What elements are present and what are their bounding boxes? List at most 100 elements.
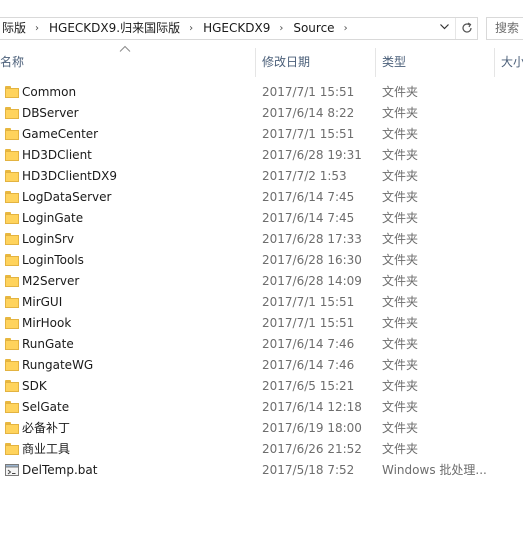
file-modified-date: 2017/6/14 7:46	[262, 337, 355, 351]
file-row[interactable]: HD3DClientDX9 2017/7/2 1:53 文件夹	[0, 166, 523, 187]
column-divider[interactable]	[375, 48, 376, 77]
file-type: 文件夹	[382, 148, 419, 162]
file-type: 文件夹	[382, 358, 419, 372]
file-row[interactable]: HD3DClient 2017/6/28 19:31 文件夹	[0, 145, 523, 166]
breadcrumb-separator-icon[interactable]: ›	[31, 18, 43, 39]
file-row[interactable]: RunGate 2017/6/14 7:46 文件夹	[0, 334, 523, 355]
refresh-icon	[461, 22, 472, 33]
column-header-size[interactable]: 大小	[501, 52, 523, 77]
file-row[interactable]: MirGUI 2017/7/1 15:51 文件夹	[0, 292, 523, 313]
file-name[interactable]: HD3DClient	[22, 145, 92, 166]
file-name[interactable]: SelGate	[22, 397, 69, 418]
file-type: 文件夹	[382, 379, 419, 393]
file-type: 文件夹	[382, 400, 419, 414]
folder-icon	[5, 422, 19, 434]
folder-icon	[5, 149, 19, 161]
column-header-type[interactable]: 类型	[382, 52, 406, 77]
breadcrumb-item[interactable]: HGECKDX9	[197, 18, 275, 39]
file-row[interactable]: 商业工具 2017/6/26 21:52 文件夹	[0, 439, 523, 460]
file-type: 文件夹	[382, 190, 419, 204]
file-modified-date: 2017/6/14 7:46	[262, 358, 355, 372]
file-row[interactable]: SDK 2017/6/5 15:21 文件夹	[0, 376, 523, 397]
batch-file-icon	[5, 464, 19, 476]
folder-icon	[5, 170, 19, 182]
breadcrumb-separator-icon[interactable]: ›	[275, 18, 287, 39]
file-type: 文件夹	[382, 295, 419, 309]
folder-icon	[5, 254, 19, 266]
column-divider[interactable]	[255, 48, 256, 77]
file-name[interactable]: LogDataServer	[22, 187, 111, 208]
file-modified-date: 2017/6/14 7:45	[262, 211, 355, 225]
file-modified-date: 2017/6/26 21:52	[262, 442, 362, 456]
file-row[interactable]: RungateWG 2017/6/14 7:46 文件夹	[0, 355, 523, 376]
file-name[interactable]: DelTemp.bat	[22, 460, 97, 481]
file-name[interactable]: M2Server	[22, 271, 79, 292]
folder-icon	[5, 380, 19, 392]
file-name[interactable]: LoginGate	[22, 208, 83, 229]
file-name[interactable]: RunGate	[22, 334, 74, 355]
file-name[interactable]: LoginSrv	[22, 229, 74, 250]
file-row[interactable]: GameCenter 2017/7/1 15:51 文件夹	[0, 124, 523, 145]
file-row[interactable]: LoginGate 2017/6/14 7:45 文件夹	[0, 208, 523, 229]
file-type: 文件夹	[382, 232, 419, 246]
file-row[interactable]: 必备补丁 2017/6/19 18:00 文件夹	[0, 418, 523, 439]
file-type: 文件夹	[382, 85, 419, 99]
file-row[interactable]: LoginSrv 2017/6/28 17:33 文件夹	[0, 229, 523, 250]
folder-icon	[5, 212, 19, 224]
file-name[interactable]: SDK	[22, 376, 47, 397]
column-header-name[interactable]: 名称	[0, 52, 24, 77]
column-header-date[interactable]: 修改日期	[262, 52, 310, 77]
file-name[interactable]: LoginTools	[22, 250, 84, 271]
file-modified-date: 2017/7/1 15:51	[262, 295, 355, 309]
file-name[interactable]: GameCenter	[22, 124, 98, 145]
file-name[interactable]: DBServer	[22, 103, 79, 124]
breadcrumb-separator-icon[interactable]: ›	[185, 18, 197, 39]
file-modified-date: 2017/5/18 7:52	[262, 463, 355, 477]
file-row[interactable]: MirHook 2017/7/1 15:51 文件夹	[0, 313, 523, 334]
file-name[interactable]: 商业工具	[22, 439, 70, 460]
file-name[interactable]: Common	[22, 82, 76, 103]
address-bar-row: 际版 › HGECKDX9.归来国际版 › HGECKDX9 › Source …	[0, 0, 523, 46]
file-modified-date: 2017/7/1 15:51	[262, 316, 355, 330]
file-name[interactable]: MirGUI	[22, 292, 62, 313]
file-type: 文件夹	[382, 253, 419, 267]
breadcrumb-separator-icon[interactable]: ›	[340, 18, 352, 39]
file-name[interactable]: 必备补丁	[22, 418, 70, 439]
file-modified-date: 2017/6/28 19:31	[262, 148, 362, 162]
folder-icon	[5, 191, 19, 203]
file-type: 文件夹	[382, 337, 419, 351]
file-row[interactable]: SelGate 2017/6/14 12:18 文件夹	[0, 397, 523, 418]
folder-icon	[5, 443, 19, 455]
file-modified-date: 2017/6/14 12:18	[262, 400, 362, 414]
file-modified-date: 2017/7/2 1:53	[262, 169, 347, 183]
file-type: 文件夹	[382, 316, 419, 330]
folder-icon	[5, 233, 19, 245]
file-row[interactable]: LogDataServer 2017/6/14 7:45 文件夹	[0, 187, 523, 208]
column-divider[interactable]	[494, 48, 495, 77]
breadcrumb-item[interactable]: 际版	[0, 18, 31, 39]
folder-icon	[5, 86, 19, 98]
refresh-button[interactable]	[455, 18, 477, 39]
file-name[interactable]: MirHook	[22, 313, 71, 334]
file-modified-date: 2017/7/1 15:51	[262, 127, 355, 141]
address-history-dropdown[interactable]	[435, 18, 453, 39]
file-row[interactable]: LoginTools 2017/6/28 16:30 文件夹	[0, 250, 523, 271]
file-modified-date: 2017/7/1 15:51	[262, 85, 355, 99]
file-type: 文件夹	[382, 211, 419, 225]
address-bar[interactable]: 际版 › HGECKDX9.归来国际版 › HGECKDX9 › Source …	[0, 17, 478, 40]
file-name[interactable]: HD3DClientDX9	[22, 166, 117, 187]
file-row[interactable]: DelTemp.bat 2017/5/18 7:52 Windows 批处理...	[0, 460, 523, 481]
folder-icon	[5, 338, 19, 350]
breadcrumb: 际版 › HGECKDX9.归来国际版 › HGECKDX9 › Source …	[0, 18, 352, 39]
search-input[interactable]: 搜索	[486, 17, 523, 40]
file-modified-date: 2017/6/14 8:22	[262, 106, 355, 120]
file-type: 文件夹	[382, 442, 419, 456]
file-name[interactable]: RungateWG	[22, 355, 93, 376]
file-row[interactable]: Common 2017/7/1 15:51 文件夹	[0, 82, 523, 103]
breadcrumb-item[interactable]: Source	[287, 18, 339, 39]
file-row[interactable]: DBServer 2017/6/14 8:22 文件夹	[0, 103, 523, 124]
file-row[interactable]: M2Server 2017/6/28 14:09 文件夹	[0, 271, 523, 292]
breadcrumb-item[interactable]: HGECKDX9.归来国际版	[43, 18, 185, 39]
file-type: Windows 批处理...	[382, 463, 487, 477]
sort-ascending-icon	[119, 45, 131, 52]
